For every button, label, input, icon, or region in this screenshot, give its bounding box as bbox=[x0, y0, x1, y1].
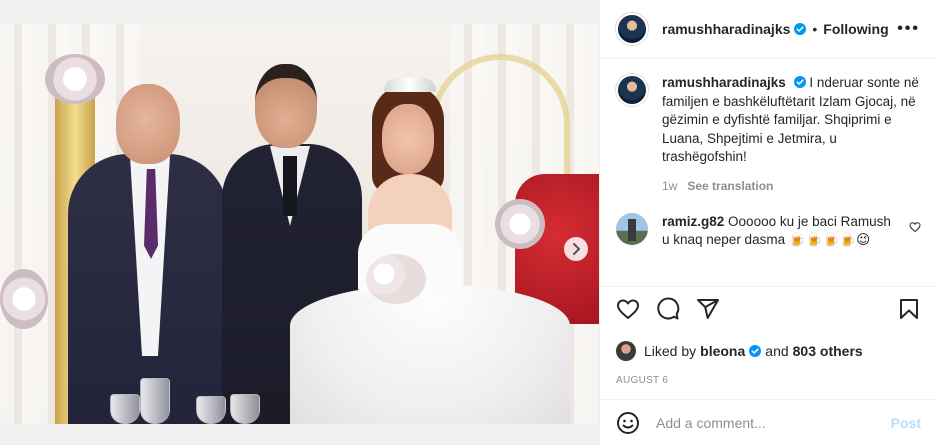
post-image[interactable] bbox=[0, 24, 599, 424]
more-options-icon[interactable]: ••• bbox=[897, 20, 920, 38]
caption-meta: 1w See translation bbox=[662, 179, 921, 193]
comment-like-icon[interactable] bbox=[909, 221, 921, 233]
post-actions: Liked by bleona and 803 others AUGUST 6 bbox=[600, 286, 936, 398]
bookmark-icon[interactable] bbox=[897, 297, 921, 321]
comment-username[interactable]: ramiz.g82 bbox=[662, 214, 724, 229]
post-date[interactable]: AUGUST 6 bbox=[616, 375, 921, 386]
following-button[interactable]: Following bbox=[823, 21, 888, 37]
verified-badge-icon bbox=[749, 345, 762, 357]
flower-arrangement bbox=[0, 269, 48, 329]
wine-glass bbox=[110, 394, 140, 424]
avatar[interactable] bbox=[616, 212, 648, 245]
emoji-icon[interactable] bbox=[616, 411, 640, 435]
likes-others[interactable]: 803 others bbox=[793, 343, 863, 359]
bride bbox=[290, 74, 570, 424]
avatar[interactable] bbox=[616, 74, 648, 106]
post-sidebar: ramushharadinajks • Following ••• ramush… bbox=[599, 0, 936, 445]
likes-prefix: Liked by bbox=[644, 343, 697, 359]
verified-badge-icon bbox=[794, 23, 807, 35]
header-username[interactable]: ramushharadinajks bbox=[662, 21, 790, 37]
verified-badge-icon bbox=[793, 76, 806, 88]
chevron-right-icon bbox=[573, 243, 580, 255]
wine-glass bbox=[230, 394, 260, 424]
post-header: ramushharadinajks • Following ••• bbox=[600, 0, 936, 59]
wine-glass bbox=[196, 396, 226, 424]
share-icon[interactable] bbox=[696, 297, 720, 321]
comment-icon[interactable] bbox=[656, 297, 680, 321]
comments-section: ramushharadinajks I nderuar sonte në fam… bbox=[600, 60, 936, 286]
avatar[interactable] bbox=[616, 13, 648, 45]
comment-meta-partial bbox=[662, 260, 921, 268]
man-in-suit-left bbox=[68, 84, 228, 424]
caption-age[interactable]: 1w bbox=[662, 179, 677, 193]
likes-user[interactable]: bleona bbox=[700, 343, 745, 359]
comment-input[interactable] bbox=[656, 414, 891, 431]
post-comment-button[interactable]: Post bbox=[891, 415, 921, 431]
comment: ramiz.g82 Oooooo ku je baci Ramush u kna… bbox=[616, 212, 921, 250]
wine-glass bbox=[140, 378, 170, 424]
carousel-next-button[interactable] bbox=[564, 237, 588, 261]
add-comment-bar: Post bbox=[600, 399, 936, 445]
header-separator: • bbox=[812, 21, 818, 37]
likes-summary: Liked by bleona and 803 others bbox=[616, 341, 921, 361]
avatar[interactable] bbox=[616, 341, 636, 361]
caption-username[interactable]: ramushharadinajks bbox=[662, 75, 786, 90]
likes-conj: and bbox=[765, 343, 789, 359]
see-translation-link[interactable]: See translation bbox=[687, 179, 773, 193]
heart-icon[interactable] bbox=[616, 297, 640, 321]
caption: ramushharadinajks I nderuar sonte në fam… bbox=[616, 74, 921, 167]
